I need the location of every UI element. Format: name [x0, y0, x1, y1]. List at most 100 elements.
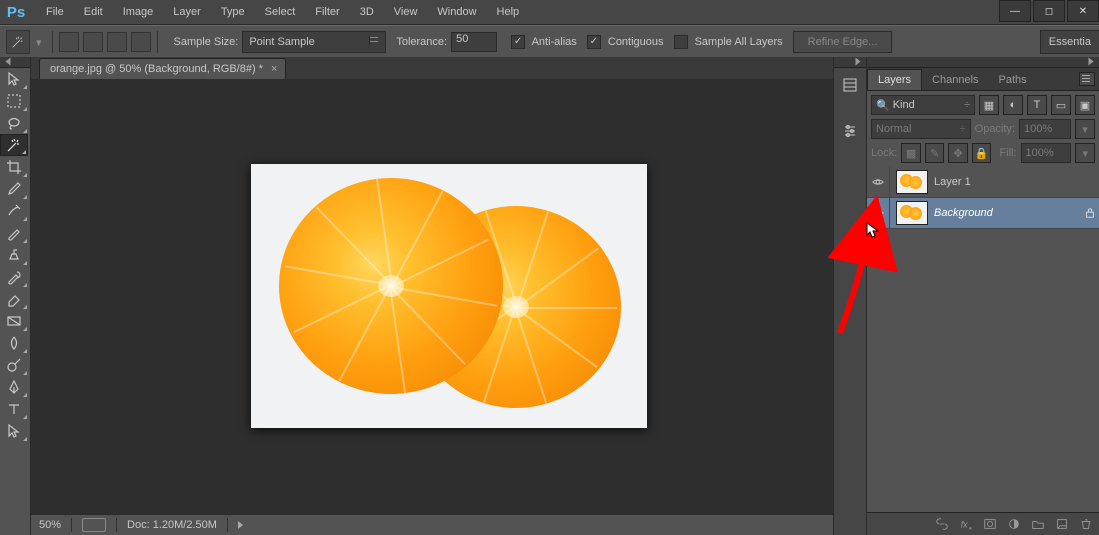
dodge-tool[interactable]: [0, 354, 28, 376]
properties-panel-icon[interactable]: [836, 117, 864, 145]
magic-wand-tool[interactable]: [0, 134, 28, 156]
blur-tool[interactable]: [0, 332, 28, 354]
lock-position-icon[interactable]: ✥: [948, 143, 968, 163]
panel-menu-icon[interactable]: [1079, 72, 1095, 86]
layer-filter-kind-select[interactable]: 🔍Kind÷: [871, 95, 975, 115]
selection-intersect-icon[interactable]: [131, 32, 151, 52]
opacity-value[interactable]: 100%: [1019, 119, 1071, 139]
adjustment-layer-icon[interactable]: [1007, 517, 1021, 531]
menu-layer[interactable]: Layer: [163, 0, 211, 24]
menu-edit[interactable]: Edit: [74, 0, 113, 24]
healing-brush-tool[interactable]: [0, 200, 28, 222]
crop-tool[interactable]: [0, 156, 28, 178]
sample-all-checkbox[interactable]: [674, 35, 688, 49]
fill-dropdown-icon[interactable]: ▾: [1075, 143, 1095, 163]
history-brush-tool[interactable]: [0, 266, 28, 288]
link-layers-icon[interactable]: [935, 517, 949, 531]
status-exposure-icon[interactable]: [82, 518, 106, 532]
antialias-checkbox[interactable]: [511, 35, 525, 49]
lock-all-icon[interactable]: 🔒: [972, 143, 992, 163]
clone-stamp-tool[interactable]: [0, 244, 28, 266]
refine-edge-button[interactable]: Refine Edge...: [793, 31, 893, 53]
layer-thumbnail[interactable]: [896, 170, 928, 194]
contiguous-checkbox[interactable]: [587, 35, 601, 49]
work-zone: orange.jpg @ 50% (Background, RGB/8#) * …: [0, 57, 1099, 535]
document-tab-close-icon[interactable]: ×: [271, 63, 277, 75]
selection-subtract-icon[interactable]: [107, 32, 127, 52]
filter-type-icon[interactable]: T: [1027, 95, 1047, 115]
menu-select[interactable]: Select: [255, 0, 306, 24]
opacity-dropdown-icon[interactable]: ▾: [1075, 119, 1095, 139]
menu-filter[interactable]: Filter: [305, 0, 349, 24]
menu-file[interactable]: File: [36, 0, 74, 24]
current-tool-indicator[interactable]: [6, 30, 30, 54]
tab-layers[interactable]: Layers: [867, 69, 922, 90]
menu-window[interactable]: Window: [427, 0, 486, 24]
layer-row[interactable]: Background: [867, 198, 1099, 229]
layer-thumbnail[interactable]: [896, 201, 928, 225]
toolbox: [0, 57, 31, 535]
marquee-tool[interactable]: [0, 90, 28, 112]
lasso-tool[interactable]: [0, 112, 28, 134]
toolbox-collapse-handle[interactable]: [0, 57, 30, 68]
tab-paths[interactable]: Paths: [989, 70, 1037, 90]
workspace-switcher[interactable]: Essentia: [1040, 30, 1099, 54]
status-menu-arrow-icon[interactable]: [238, 521, 243, 529]
path-selection-tool[interactable]: [0, 420, 28, 442]
menu-type[interactable]: Type: [211, 0, 255, 24]
type-tool[interactable]: [0, 398, 28, 420]
collapsed-panel-dock: [833, 57, 867, 535]
tolerance-input[interactable]: 50: [451, 32, 497, 52]
fill-value[interactable]: 100%: [1021, 143, 1072, 163]
layer-visibility-toggle[interactable]: [867, 167, 890, 197]
orange-slice-front: [279, 178, 503, 394]
menu-image[interactable]: Image: [113, 0, 164, 24]
document-tab[interactable]: orange.jpg @ 50% (Background, RGB/8#) * …: [39, 58, 286, 79]
minimize-button[interactable]: —: [999, 0, 1031, 22]
minidock-collapse-handle[interactable]: [834, 57, 866, 68]
contiguous-checkbox-wrap[interactable]: Contiguous: [587, 35, 664, 49]
new-layer-icon[interactable]: [1055, 517, 1069, 531]
lock-transparent-icon[interactable]: ▩: [901, 143, 921, 163]
gradient-tool[interactable]: [0, 310, 28, 332]
pen-tool[interactable]: [0, 376, 28, 398]
menu-bar: Ps File Edit Image Layer Type Select Fil…: [0, 0, 1099, 25]
layer-name[interactable]: Layer 1: [934, 176, 1099, 188]
close-button[interactable]: ✕: [1067, 0, 1099, 22]
sample-all-checkbox-wrap[interactable]: Sample All Layers: [674, 35, 783, 49]
window-controls: — ◻ ✕: [997, 0, 1099, 22]
brush-tool[interactable]: [0, 222, 28, 244]
lock-pixels-icon[interactable]: ✎: [925, 143, 945, 163]
selection-new-icon[interactable]: [59, 32, 79, 52]
maximize-button[interactable]: ◻: [1033, 0, 1065, 22]
menu-help[interactable]: Help: [487, 0, 530, 24]
layer-visibility-toggle[interactable]: [867, 198, 890, 228]
delete-layer-icon[interactable]: [1079, 517, 1093, 531]
magic-wand-icon: [11, 35, 25, 49]
layer-name[interactable]: Background: [934, 207, 1081, 219]
selection-add-icon[interactable]: [83, 32, 103, 52]
filter-shape-icon[interactable]: ▭: [1051, 95, 1071, 115]
filter-adjust-icon[interactable]: ◐: [1003, 95, 1023, 115]
blend-mode-select[interactable]: Normal÷: [871, 119, 971, 139]
status-zoom[interactable]: 50%: [39, 519, 61, 531]
layer-row[interactable]: Layer 1: [867, 167, 1099, 198]
layer-mask-icon[interactable]: [983, 517, 997, 531]
menu-view[interactable]: View: [384, 0, 428, 24]
eyedropper-tool[interactable]: [0, 178, 28, 200]
sample-size-select[interactable]: Point Sample: [242, 31, 386, 53]
document-canvas[interactable]: [251, 164, 647, 428]
move-tool[interactable]: [0, 68, 28, 90]
tab-channels[interactable]: Channels: [922, 70, 988, 90]
history-panel-icon[interactable]: [836, 71, 864, 99]
layer-group-icon[interactable]: [1031, 517, 1045, 531]
layers-panel-controls: 🔍Kind÷ ▦ ◐ T ▭ ▣ Normal÷ Opacity: 100% ▾…: [867, 91, 1099, 167]
panels-collapse-handle[interactable]: [867, 57, 1099, 68]
eraser-tool[interactable]: [0, 288, 28, 310]
layer-style-icon[interactable]: fx: [959, 517, 973, 531]
filter-smart-icon[interactable]: ▣: [1075, 95, 1095, 115]
filter-pixel-icon[interactable]: ▦: [979, 95, 999, 115]
antialias-checkbox-wrap[interactable]: Anti-alias: [511, 35, 577, 49]
canvas-viewport[interactable]: [31, 79, 833, 514]
menu-3d[interactable]: 3D: [350, 0, 384, 24]
